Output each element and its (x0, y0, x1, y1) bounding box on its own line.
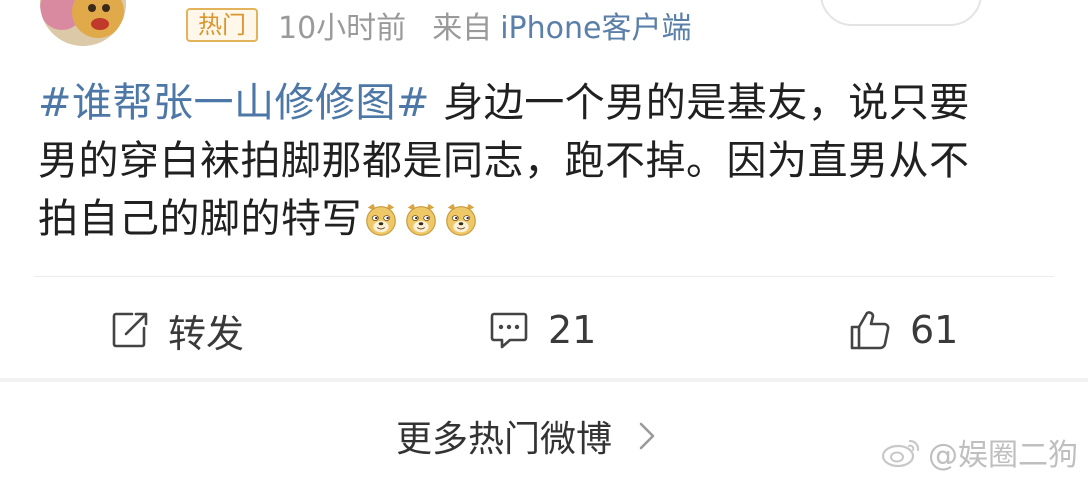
repost-label: 转发 (168, 311, 245, 356)
follow-button[interactable] (820, 0, 982, 26)
like-button[interactable]: 61 (848, 302, 958, 358)
weibo-post-card: 热门 10小时前 来自 iPhone客户端 #谁帮张一山修修图# 身边一个男的是… (0, 0, 1088, 477)
avatar[interactable] (40, 0, 126, 46)
post-line-2: 男的穿白袜拍脚那都是同志，跑不掉。因为直男从不 (38, 138, 970, 184)
watermark: @娱圈二狗 (880, 430, 1078, 474)
doge-emoji (366, 203, 396, 236)
thumbs-up-icon (850, 311, 890, 350)
post-source[interactable]: iPhone客户端 (500, 3, 691, 47)
post-meta: 热门 10小时前 来自 iPhone客户端 (186, 4, 691, 46)
more-hot-posts-label: 更多热门微博 (396, 419, 613, 460)
weibo-logo-icon (881, 439, 920, 468)
comment-icon (490, 312, 528, 349)
chevron-right-icon (639, 422, 655, 450)
avatar-image (40, 0, 126, 46)
repost-icon (112, 312, 148, 348)
hot-badge: 热门 (186, 8, 258, 42)
doge-emoji (406, 203, 436, 236)
source-prefix: 来自 (432, 11, 493, 46)
watermark-text: @娱圈二狗 (928, 438, 1078, 473)
comment-count: 21 (548, 308, 597, 352)
post-line-3: 拍自己的脚的特写 (38, 190, 1038, 248)
doge-emoji (446, 203, 476, 236)
action-bar: 转发 21 61 (0, 284, 1088, 376)
topic-link[interactable]: #谁帮张一山修修图# (38, 80, 430, 126)
divider (34, 276, 1054, 277)
post-time: 10小时前 (278, 11, 407, 46)
post-line-1-text: 身边一个男的是基友，说只要 (430, 80, 970, 126)
comment-button[interactable]: 21 (488, 302, 596, 358)
more-hot-posts-link[interactable]: 更多热门微博 (396, 410, 656, 462)
emoji-group (362, 196, 482, 242)
post-text: #谁帮张一山修修图# 身边一个男的是基友，说只要 男的穿白袜拍脚那都是同志，跑不… (38, 74, 1038, 248)
like-count: 61 (910, 308, 959, 352)
post-line-1: #谁帮张一山修修图# 身边一个男的是基友，说只要 (38, 74, 1038, 132)
repost-button[interactable]: 转发 (110, 302, 244, 358)
section-separator (0, 378, 1088, 382)
post-line-3-text: 拍自己的脚的特写 (38, 196, 362, 242)
